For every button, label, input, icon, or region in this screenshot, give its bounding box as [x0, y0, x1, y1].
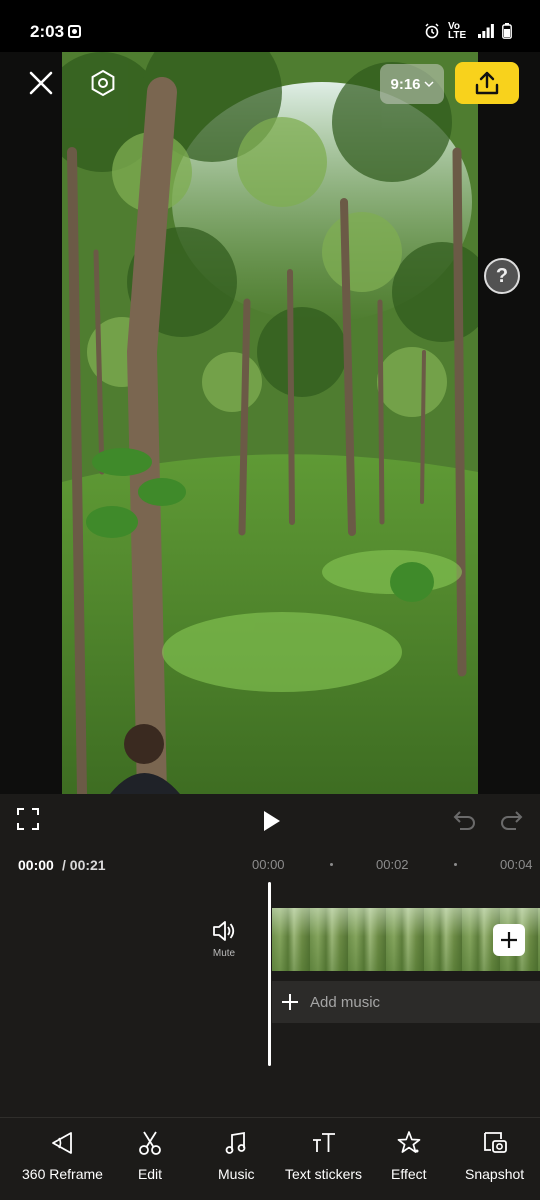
- text-icon: [312, 1133, 335, 1152]
- plus-icon: [282, 994, 298, 1010]
- ruler-tick: 00:00: [252, 857, 285, 872]
- aspect-ratio-label: 9:16: [390, 75, 421, 93]
- reframe-360-icon: [52, 1132, 73, 1154]
- tool-text-stickers[interactable]: Text stickers: [285, 1130, 362, 1182]
- tool-label: Edit: [137, 1166, 163, 1182]
- ruler-tick: 00:04: [500, 857, 533, 872]
- export-button[interactable]: [455, 62, 519, 104]
- playhead[interactable]: [268, 882, 271, 1066]
- chevron-down-icon: [423, 81, 434, 88]
- signal-icon: [478, 24, 494, 38]
- video-preview[interactable]: 9:16 ?: [0, 52, 540, 794]
- undo-icon[interactable]: [452, 808, 478, 832]
- scissors-icon: [139, 1131, 161, 1155]
- tool-effect[interactable]: Effect: [391, 1130, 427, 1182]
- status-icons: Vo LTE: [424, 21, 512, 41]
- music-note-icon: [225, 1131, 246, 1154]
- tool-snapshot[interactable]: Snapshot: [465, 1130, 524, 1182]
- network-type: Vo LTE: [448, 21, 467, 41]
- mute-label: Mute: [212, 948, 236, 959]
- alarm-icon: [425, 23, 439, 39]
- status-bar: 2:03 Vo LTE: [0, 0, 540, 52]
- tool-360-reframe[interactable]: 360 Reframe: [22, 1130, 103, 1182]
- tool-label: Snapshot: [465, 1166, 525, 1182]
- add-clip-button[interactable]: [493, 924, 525, 956]
- play-button[interactable]: [258, 808, 284, 834]
- screen-record-icon: [68, 25, 81, 38]
- battery-icon: [502, 23, 512, 39]
- ruler-dot: [454, 863, 457, 866]
- upload-icon: [475, 71, 499, 95]
- ruler-tick: 00:02: [376, 857, 409, 872]
- settings-hexagon-button[interactable]: [88, 68, 118, 98]
- camera-snapshot-icon: [483, 1132, 507, 1153]
- sparkle-star-icon: [397, 1131, 421, 1153]
- plus-icon: [501, 932, 517, 948]
- forest-scene: [62, 52, 478, 794]
- tool-label: Effect: [391, 1166, 427, 1182]
- redo-icon[interactable]: [498, 808, 524, 832]
- tool-label: Text stickers: [285, 1166, 363, 1182]
- bottom-toolbar: 360 Reframe Edit Music Text stickers Eff…: [0, 1117, 540, 1200]
- close-button[interactable]: [26, 68, 56, 98]
- tool-label: 360 Reframe: [22, 1166, 103, 1182]
- current-time: 00:00: [18, 857, 54, 873]
- help-button[interactable]: ?: [484, 258, 520, 294]
- add-music-track[interactable]: Add music: [272, 981, 540, 1023]
- help-icon: ?: [495, 264, 509, 287]
- ruler-dot: [330, 863, 333, 866]
- tool-edit[interactable]: Edit: [137, 1130, 163, 1182]
- mute-button[interactable]: Mute: [204, 920, 244, 966]
- video-frame: [62, 52, 478, 794]
- total-time: / 00:21: [62, 857, 106, 873]
- add-music-label: Add music: [310, 993, 381, 1011]
- fullscreen-icon[interactable]: [17, 808, 39, 830]
- status-time: 2:03: [30, 22, 65, 41]
- speaker-icon: [213, 921, 235, 941]
- tool-music[interactable]: Music: [218, 1130, 255, 1182]
- aspect-ratio-button[interactable]: 9:16: [380, 64, 444, 104]
- tool-label: Music: [218, 1166, 255, 1182]
- playback-controls: [0, 794, 540, 846]
